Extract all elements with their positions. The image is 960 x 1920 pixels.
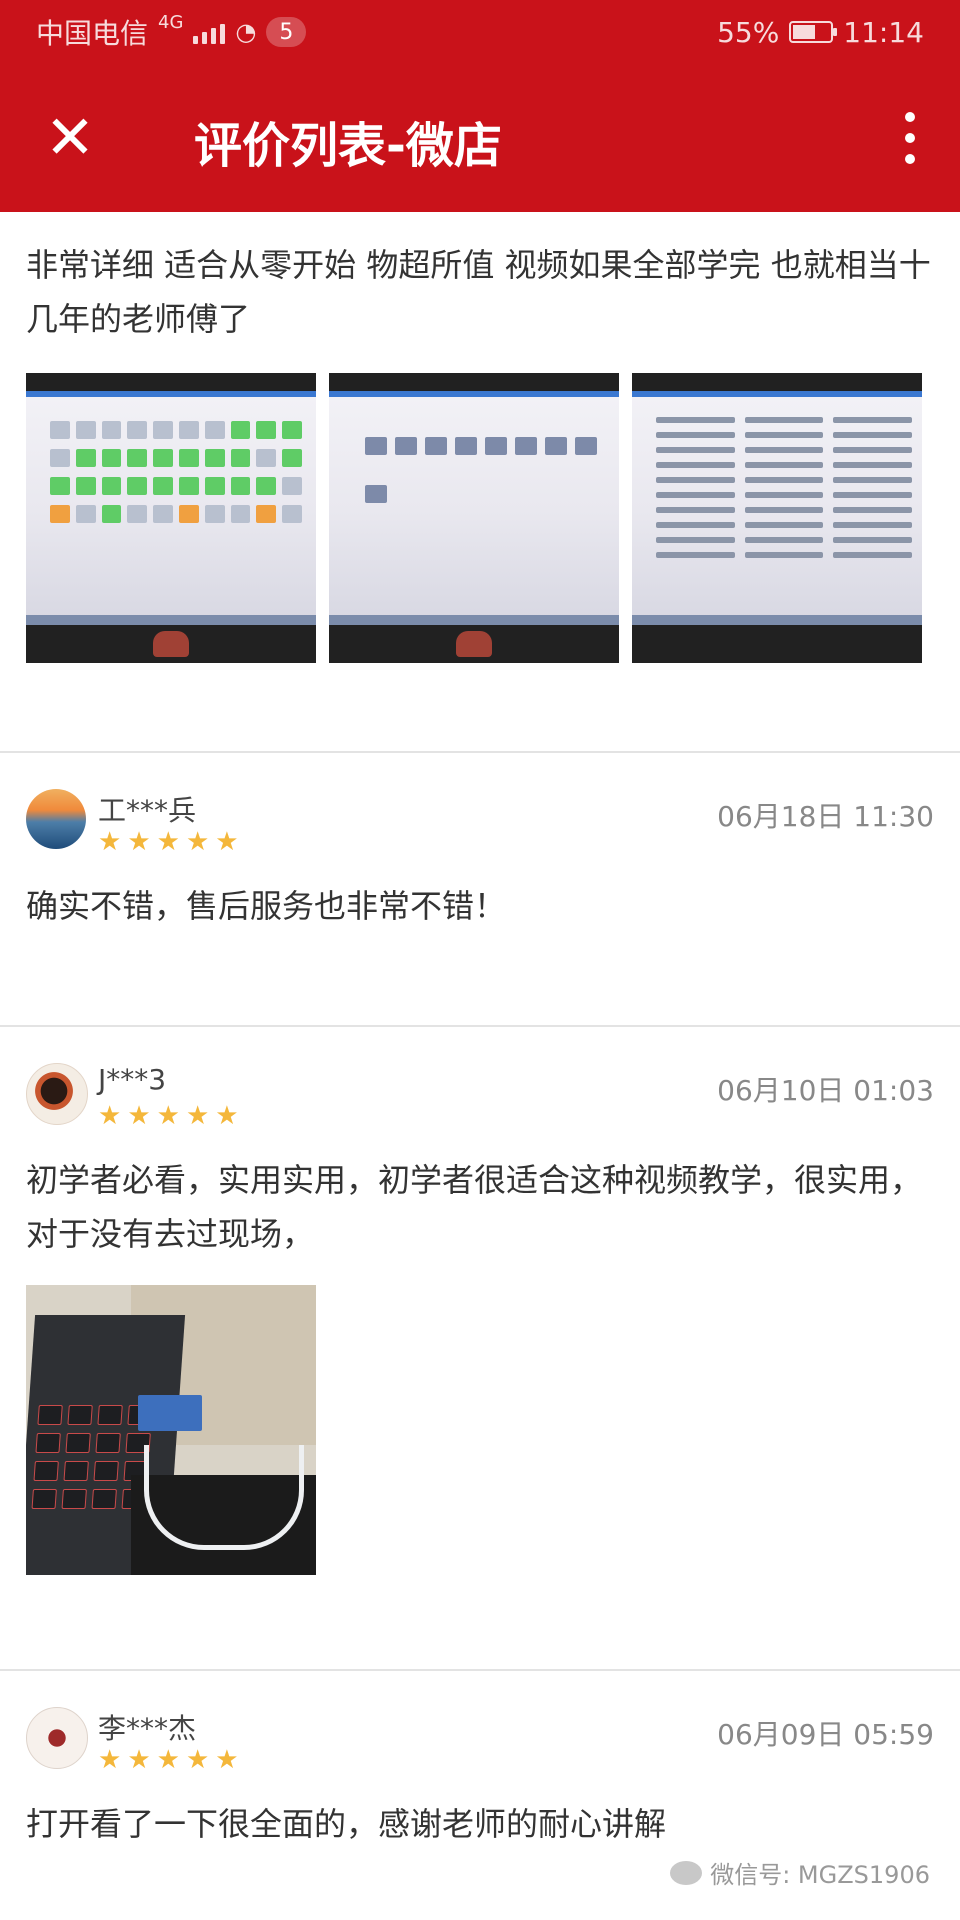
desktop-icon-grid (50, 421, 302, 523)
wechat-icon (670, 1860, 703, 1885)
status-bar: 中国电信 4G ◔ 5 55% 11:14 (0, 0, 960, 64)
screen-image (632, 391, 922, 625)
video-icon-row (365, 437, 609, 455)
review-time: 06月10日 01:03 (717, 1074, 934, 1107)
review-image[interactable] (26, 1285, 316, 1575)
review-item-4: 李***杰 ★ ★ ★ ★ ★ 06月09日 05:59 打开看了一下很全面的，… (0, 1671, 960, 1851)
star-icon: ★ (185, 1101, 210, 1131)
star-icon: ★ (98, 1745, 122, 1775)
avatar (26, 1707, 88, 1769)
review-time: 06月09日 05:59 (717, 1718, 934, 1751)
reviewer-name: 工***兵 (98, 794, 197, 827)
screen-image (26, 391, 316, 625)
review-text: 初学者必看，实用实用，初学者很适合这种视频教学，很实用，对于没有去过现场， (26, 1161, 923, 1253)
wifi-icon: ◔ (235, 18, 257, 46)
navigation-bar: ✕ 评价列表-微店 (0, 64, 960, 212)
review-image-2[interactable] (329, 373, 619, 663)
status-left: 中国电信 4G ◔ 5 (36, 11, 307, 52)
status-right: 55% 11:14 (717, 16, 924, 49)
avatar (26, 789, 86, 849)
review-list: 非常详细 适合从零开始 物超所值 视频如果全部学完 也就相当十几年的老师傅了 工… (0, 212, 960, 1851)
star-icon: ★ (156, 827, 180, 857)
star-icon: ★ (215, 1745, 239, 1775)
star-icon: ★ (156, 1101, 180, 1131)
avatar (26, 1063, 88, 1125)
clock-text: 11:14 (843, 15, 924, 49)
watermark-text: 微信号: MGZS1906 (710, 1861, 930, 1889)
more-dot-icon (905, 154, 915, 164)
file-list (656, 417, 912, 558)
network-text: 4G (158, 11, 184, 33)
star-icon: ★ (156, 1745, 180, 1775)
battery-icon (789, 21, 838, 43)
star-icon: ★ (215, 827, 239, 857)
star-icon: ★ (127, 1101, 151, 1131)
more-dot-icon (905, 112, 915, 122)
review-image-1[interactable] (26, 373, 316, 663)
rating-stars: ★ ★ ★ ★ ★ (98, 829, 239, 855)
star-icon: ★ (185, 827, 210, 857)
battery-text: 55% (717, 15, 780, 49)
star-icon: ★ (215, 1101, 239, 1131)
page-title: 评价列表-微店 (194, 118, 502, 174)
star-icon: ★ (185, 1745, 210, 1775)
review-time: 06月18日 11:30 (717, 800, 934, 833)
star-icon: ★ (127, 827, 151, 857)
review-item-3: J***3 ★ ★ ★ ★ ★ 06月10日 01:03 初学者必看，实用实用，… (0, 1027, 960, 1669)
close-button[interactable]: ✕ (36, 104, 104, 172)
signal-icon (193, 20, 226, 44)
rating-stars: ★ ★ ★ ★ ★ (98, 1747, 239, 1773)
watermark: 微信号: MGZS1906 (670, 1855, 930, 1890)
rating-stars: ★ ★ ★ ★ ★ (98, 1103, 239, 1129)
review-item-2: 工***兵 ★ ★ ★ ★ ★ 06月18日 11:30 确实不错，售后服务也非… (0, 753, 960, 1025)
star-icon: ★ (98, 1101, 122, 1131)
video-icon-row (365, 485, 609, 503)
review-text: 打开看了一下很全面的，感谢老师的耐心讲解 (26, 1805, 667, 1843)
reviewer-name: J***3 (98, 1063, 167, 1096)
review-header: 工***兵 ★ ★ ★ ★ ★ 06月18日 11:30 (0, 753, 960, 855)
reviewer-name: 李***杰 (98, 1712, 197, 1745)
review-image-3[interactable] (632, 373, 922, 663)
star-icon: ★ (98, 827, 122, 857)
review-header: J***3 ★ ★ ★ ★ ★ 06月10日 01:03 (0, 1027, 960, 1129)
review-header: 李***杰 ★ ★ ★ ★ ★ 06月09日 05:59 (0, 1671, 960, 1773)
more-dot-icon (905, 133, 915, 143)
app-header: 中国电信 4G ◔ 5 55% 11:14 ✕ 评价列表-微店 (0, 0, 960, 212)
review-image-gallery (0, 373, 960, 663)
screen-image (329, 391, 619, 625)
review-item-1: 非常详细 适合从零开始 物超所值 视频如果全部学完 也就相当十几年的老师傅了 (0, 238, 960, 751)
notification-badge: 5 (266, 17, 307, 47)
carrier-text: 中国电信 (36, 17, 149, 50)
star-icon: ★ (127, 1745, 151, 1775)
more-options-button[interactable] (886, 112, 934, 164)
review-text: 非常详细 适合从零开始 物超所值 视频如果全部学完 也就相当十几年的老师傅了 (26, 246, 931, 338)
review-text: 确实不错，售后服务也非常不错！ (26, 887, 507, 925)
